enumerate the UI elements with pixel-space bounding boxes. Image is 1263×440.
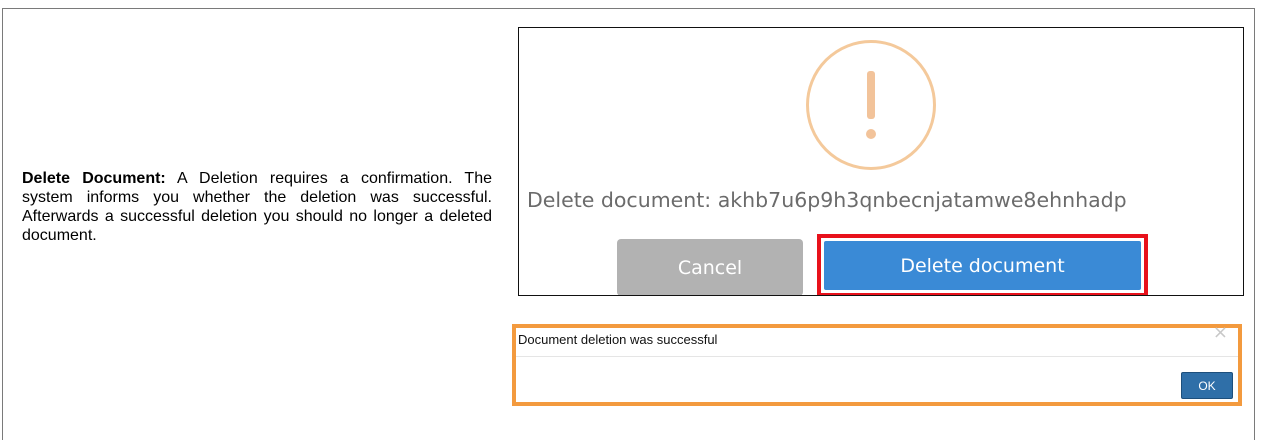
description-text: Delete Document: A Deletion requires a c… — [22, 169, 492, 245]
delete-confirm-dialog: Delete document: akhb7u6p9h3qnbecnjatamw… — [518, 27, 1244, 296]
cancel-button[interactable]: Cancel — [617, 239, 803, 295]
warning-icon — [806, 40, 936, 170]
ok-button[interactable]: OK — [1181, 372, 1233, 399]
alert-message: Document deletion was successful — [518, 332, 718, 347]
confirm-message: Delete document: akhb7u6p9h3qnbecnjatamw… — [527, 188, 1127, 212]
exclamation-dot — [866, 129, 876, 139]
success-alert: Document deletion was successful × OK — [512, 324, 1242, 406]
close-icon[interactable]: × — [1213, 324, 1228, 342]
exclamation-line — [867, 71, 875, 119]
delete-document-button[interactable]: Delete document — [824, 241, 1141, 290]
alert-divider — [516, 356, 1238, 357]
delete-button-highlight: Delete document — [817, 234, 1148, 295]
description-heading: Delete Document: — [22, 170, 166, 187]
